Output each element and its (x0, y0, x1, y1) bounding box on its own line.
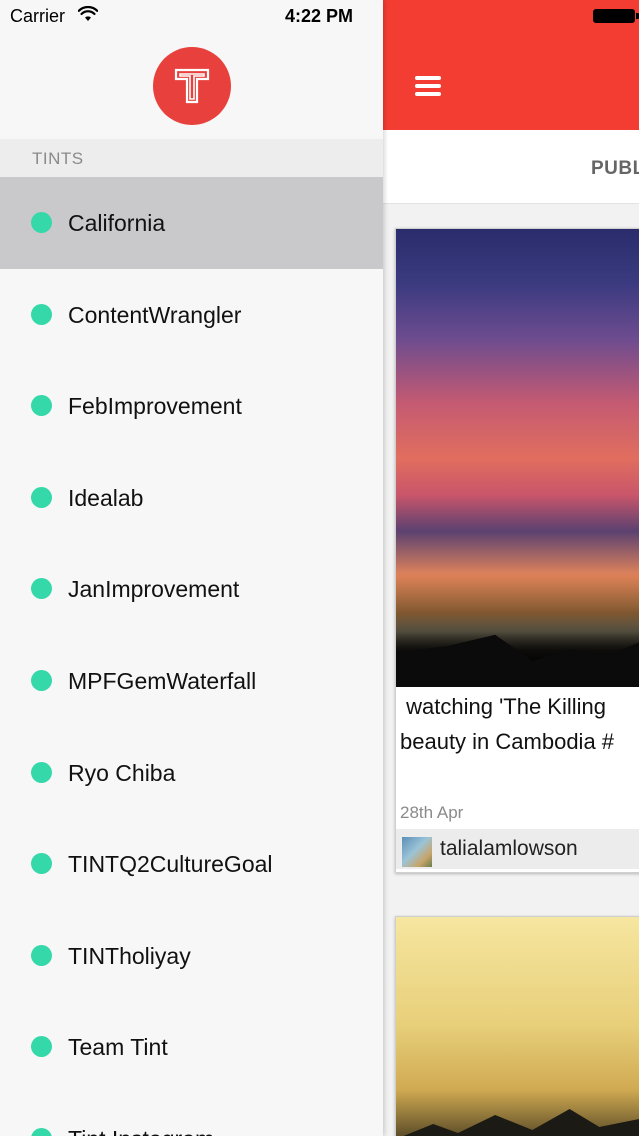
tab-bar: PUBL (383, 130, 639, 204)
tints-section-header: TINTS (0, 139, 383, 177)
sidebar-item-label: ContentWrangler (68, 301, 242, 328)
sidebar-item-tint[interactable]: Ryo Chiba (0, 727, 383, 819)
post-caption: watching 'The Killing beauty in Cambodia… (400, 694, 615, 754)
status-dot-icon (31, 578, 52, 600)
sidebar-item-label: Tint Instagram (68, 1126, 214, 1136)
tint-list: California ContentWrangler FebImprovement I… (0, 177, 383, 1136)
photo-silhouette (396, 634, 639, 687)
sidebar-item-label: Ryo Chiba (68, 759, 176, 786)
status-dot-icon (31, 761, 52, 783)
tint-t-logo-icon (153, 47, 231, 125)
status-dot-icon (31, 669, 52, 691)
sidebar-item-tint[interactable]: ContentWrangler (0, 269, 383, 361)
sidebar-item-tint[interactable]: JanImprovement (0, 543, 383, 635)
status-dot-icon (31, 1127, 52, 1136)
status-dot-icon (31, 944, 52, 966)
status-dot-icon (31, 303, 52, 325)
sidebar-item-label: California (68, 210, 166, 236)
sidebar-item-tint[interactable]: MPFGemWaterfall (0, 635, 383, 727)
avatar (402, 837, 432, 867)
battery-icon (593, 9, 639, 23)
photo-silhouette (396, 1109, 639, 1136)
sidebar-item-label: Team Tint (68, 1034, 168, 1061)
status-dot-icon (31, 853, 52, 875)
status-dot-icon (31, 212, 52, 233)
post-author-row[interactable]: talialamlowson (396, 829, 639, 869)
side-drawer: Carrier 4:22 PM TINTS California ContentW… (0, 0, 383, 1136)
app-header (383, 0, 639, 130)
sidebar-item-label: FebImprovement (68, 393, 242, 420)
post-card[interactable] (395, 916, 639, 1136)
sidebar-item-tint[interactable]: TINTholiyay (0, 910, 383, 1002)
clock: 4:22 PM (285, 6, 354, 26)
post-date: 28th Apr (400, 803, 464, 822)
wifi-icon (78, 6, 98, 21)
section-title: TINTS (32, 149, 84, 168)
post-photo[interactable] (396, 917, 639, 1136)
main-content: PUBL watching 'The Killing beauty in Cam… (383, 0, 639, 1136)
post-author-name: talialamlowson (440, 837, 578, 860)
sidebar-item-label: TINTholiyay (68, 942, 191, 969)
sidebar-item-tint[interactable]: Tint Instagram (0, 1093, 383, 1136)
sidebar-item-tint[interactable]: California (0, 177, 383, 269)
status-dot-icon (31, 486, 52, 508)
hamburger-menu-icon[interactable] (413, 72, 443, 102)
tab-public[interactable]: PUBL (591, 158, 639, 180)
sidebar-item-label: Idealab (68, 484, 144, 511)
sidebar-item-label: MPFGemWaterfall (68, 667, 257, 694)
carrier-label: Carrier (10, 6, 66, 26)
sidebar-item-tint[interactable]: Team Tint (0, 1001, 383, 1093)
post-card[interactable]: watching 'The Killing beauty in Cambodia… (395, 228, 639, 873)
sidebar-item-tint[interactable]: FebImprovement (0, 360, 383, 452)
sidebar-item-label: TINTQ2CultureGoal (68, 851, 273, 878)
status-dot-icon (31, 395, 52, 417)
status-bar: Carrier 4:22 PM (0, 0, 383, 34)
sidebar-item-tint[interactable]: TINTQ2CultureGoal (0, 818, 383, 910)
sidebar-item-label: JanImprovement (68, 576, 240, 603)
status-dot-icon (31, 1036, 52, 1058)
post-photo[interactable] (396, 229, 639, 687)
sidebar-item-tint[interactable]: Idealab (0, 452, 383, 544)
